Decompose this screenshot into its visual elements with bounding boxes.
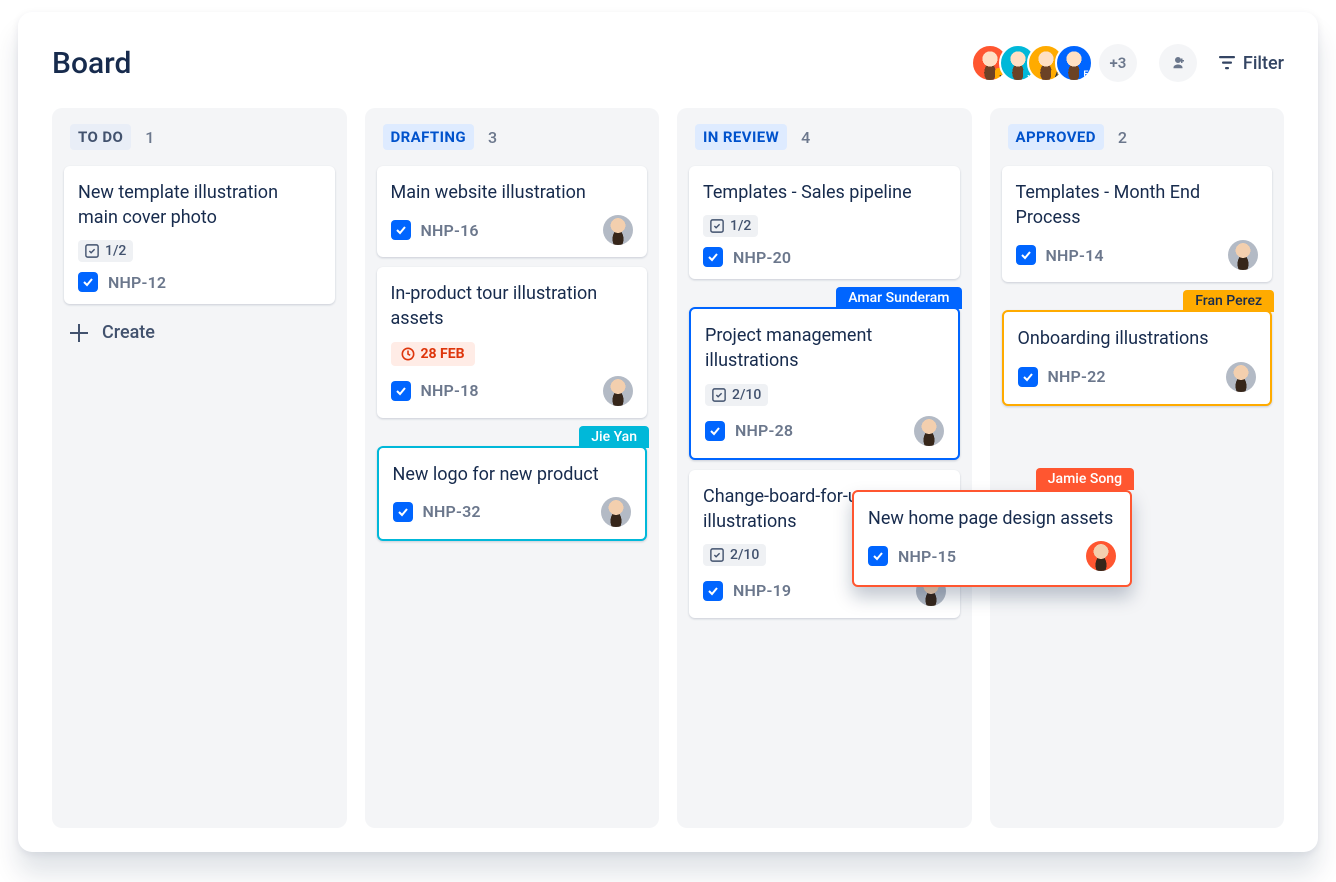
filter-label: Filter bbox=[1243, 53, 1284, 74]
assignee-avatar[interactable] bbox=[1086, 541, 1116, 571]
issue-key: NHP-14 bbox=[1046, 246, 1104, 265]
column-count: 3 bbox=[488, 128, 497, 147]
member-avatars[interactable]: J J A F +3 bbox=[971, 44, 1137, 82]
issue-key: NHP-19 bbox=[733, 581, 791, 600]
presence-tag: Jamie Song bbox=[1036, 468, 1134, 490]
task-type-icon bbox=[391, 220, 411, 240]
task-type-icon bbox=[1016, 245, 1036, 265]
card-title: Templates - Sales pipeline bbox=[703, 180, 946, 205]
card-title: New home page design assets bbox=[868, 506, 1116, 531]
column-title: TO DO bbox=[70, 124, 131, 150]
issue-key: NHP-12 bbox=[108, 273, 166, 292]
assignee-avatar[interactable] bbox=[1228, 240, 1258, 270]
task-type-icon bbox=[705, 421, 725, 441]
column-title: IN REVIEW bbox=[695, 124, 787, 150]
card[interactable]: Amar Sunderam Project management illustr… bbox=[689, 307, 960, 459]
add-user-icon bbox=[1169, 54, 1187, 72]
issue-key: NHP-16 bbox=[421, 221, 479, 240]
page-title: Board bbox=[52, 46, 131, 81]
filter-icon bbox=[1219, 56, 1235, 70]
issue-key: NHP-18 bbox=[421, 381, 479, 400]
subtasks-icon bbox=[710, 219, 724, 233]
assignee-avatar[interactable] bbox=[1226, 362, 1256, 392]
presence-tag: Jie Yan bbox=[579, 426, 649, 448]
column-title: APPROVED bbox=[1008, 124, 1104, 150]
avatar[interactable]: F bbox=[1055, 44, 1093, 82]
card[interactable]: Fran Perez Onboarding illustrations NHP-… bbox=[1002, 310, 1273, 405]
column-in-review[interactable]: IN REVIEW 4 Templates - Sales pipeline 1… bbox=[677, 108, 972, 828]
due-date-pill: 28 FEB bbox=[391, 342, 475, 366]
task-type-icon bbox=[703, 581, 723, 601]
task-type-icon bbox=[391, 381, 411, 401]
create-card-button[interactable]: Create bbox=[64, 314, 335, 351]
avatar-overflow[interactable]: +3 bbox=[1099, 44, 1137, 82]
card-title: In-product tour illustration assets bbox=[391, 281, 634, 331]
column-drafting[interactable]: DRAFTING 3 Main website illustration NHP… bbox=[365, 108, 660, 828]
column-title: DRAFTING bbox=[383, 124, 475, 150]
column-todo[interactable]: TO DO 1 New template illustration main c… bbox=[52, 108, 347, 828]
card[interactable]: Jie Yan New logo for new product NHP-32 bbox=[377, 446, 648, 541]
card[interactable]: Templates - Sales pipeline 1/2 NHP-20 bbox=[689, 166, 960, 279]
card-title: New logo for new product bbox=[393, 462, 632, 487]
card[interactable]: New template illustration main cover pho… bbox=[64, 166, 335, 304]
assignee-avatar[interactable] bbox=[603, 376, 633, 406]
subtasks-icon bbox=[85, 244, 99, 258]
task-type-icon bbox=[703, 247, 723, 267]
assignee-avatar[interactable] bbox=[601, 497, 631, 527]
issue-key: NHP-28 bbox=[735, 421, 793, 440]
plus-icon bbox=[70, 324, 88, 342]
task-type-icon bbox=[393, 502, 413, 522]
filter-button[interactable]: Filter bbox=[1219, 53, 1284, 74]
presence-tag: Fran Perez bbox=[1183, 290, 1274, 312]
task-type-icon bbox=[868, 546, 888, 566]
column-count: 4 bbox=[801, 128, 810, 147]
create-label: Create bbox=[102, 322, 155, 343]
issue-key: NHP-15 bbox=[898, 547, 956, 566]
subtasks-pill: 1/2 bbox=[703, 215, 758, 237]
subtasks-pill: 2/10 bbox=[705, 384, 768, 406]
assignee-avatar[interactable] bbox=[603, 215, 633, 245]
clock-icon bbox=[401, 347, 415, 361]
issue-key: NHP-20 bbox=[733, 248, 791, 267]
card-title: Project management illustrations bbox=[705, 323, 944, 373]
subtasks-icon bbox=[710, 548, 724, 562]
dragging-card[interactable]: Jamie Song New home page design assets N… bbox=[852, 490, 1132, 587]
issue-key: NHP-22 bbox=[1048, 367, 1106, 386]
task-type-icon bbox=[1018, 367, 1038, 387]
subtasks-icon bbox=[712, 388, 726, 402]
task-type-icon bbox=[78, 272, 98, 292]
card[interactable]: In-product tour illustration assets 28 F… bbox=[377, 267, 648, 417]
column-count: 2 bbox=[1118, 128, 1127, 147]
add-member-button[interactable] bbox=[1159, 44, 1197, 82]
card[interactable]: Main website illustration NHP-16 bbox=[377, 166, 648, 257]
card-title: New template illustration main cover pho… bbox=[78, 180, 321, 230]
issue-key: NHP-32 bbox=[423, 502, 481, 521]
card-title: Onboarding illustrations bbox=[1018, 326, 1257, 351]
column-approved[interactable]: APPROVED 2 Templates - Month End Process… bbox=[990, 108, 1285, 828]
subtasks-pill: 1/2 bbox=[78, 240, 133, 262]
presence-tag: Amar Sunderam bbox=[836, 287, 961, 309]
subtasks-pill: 2/10 bbox=[703, 544, 766, 566]
card-title: Main website illustration bbox=[391, 180, 634, 205]
column-count: 1 bbox=[145, 128, 154, 147]
card[interactable]: Templates - Month End Process NHP-14 bbox=[1002, 166, 1273, 282]
card-title: Templates - Month End Process bbox=[1016, 180, 1259, 230]
assignee-avatar[interactable] bbox=[914, 416, 944, 446]
